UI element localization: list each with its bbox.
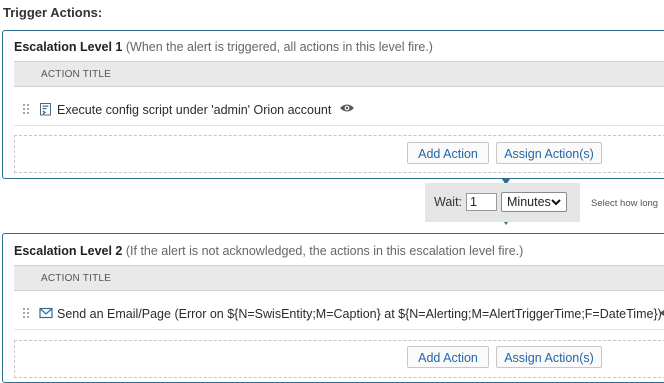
escalation-level-1: Escalation Level 1 (When the alert is tr… [2,30,664,179]
level-1-title: Escalation Level 1 [14,40,123,54]
drag-handle-icon[interactable] [23,104,30,116]
add-action-button[interactable]: Add Action [407,142,489,164]
section-title: Trigger Actions: [3,5,103,20]
wait-unit-select[interactable]: Minutes [501,192,567,212]
action-drop-zone: Add Action Assign Action(s) [14,135,664,173]
wait-hint: Select how long [591,198,659,209]
action-title[interactable]: Send an Email/Page (Error on ${N=SwisEnt… [57,307,662,321]
eye-icon[interactable] [339,103,355,113]
action-title[interactable]: Execute config script under 'admin' Orio… [57,103,331,117]
action-row[interactable]: Execute config script under 'admin' Orio… [14,95,664,126]
column-header-label: ACTION TITLE [41,69,112,80]
escalation-level-2: Escalation Level 2 (If the alert is not … [2,233,664,383]
column-header-label: ACTION TITLE [41,273,112,284]
action-row[interactable]: Send an Email/Page (Error on ${N=SwisEnt… [14,299,664,330]
level-2-heading: Escalation Level 2 (If the alert is not … [14,244,523,258]
level-2-description: (If the alert is not acknowledged, the a… [125,244,524,258]
column-header: ACTION TITLE [14,265,664,291]
chevron-down-icon [551,199,561,206]
level-1-description: (When the alert is triggered, all action… [125,40,433,54]
email-icon [39,307,53,319]
script-icon [40,103,51,116]
action-drop-zone: Add Action Assign Action(s) [14,340,664,378]
wait-label: Wait: [434,195,463,209]
drag-handle-icon[interactable] [23,308,30,320]
column-header: ACTION TITLE [14,61,664,87]
wait-unit-value: Minutes [507,195,551,209]
assign-action-button[interactable]: Assign Action(s) [496,346,602,368]
eye-icon[interactable] [659,308,664,318]
assign-action-button[interactable]: Assign Action(s) [496,142,602,164]
add-action-button[interactable]: Add Action [407,346,489,368]
level-1-heading: Escalation Level 1 (When the alert is tr… [14,40,433,54]
wait-panel: Wait: Minutes [425,183,580,222]
wait-value-input[interactable] [466,193,497,211]
level-2-title: Escalation Level 2 [14,244,123,258]
